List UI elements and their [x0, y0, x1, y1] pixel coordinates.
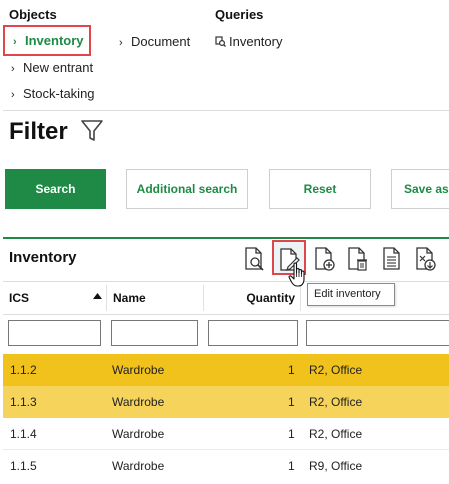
nav-item-new-entrant[interactable]: › New entrant: [11, 60, 93, 75]
cell-ics: 1.1.5: [10, 459, 37, 473]
column-header-quantity[interactable]: Quantity: [205, 282, 295, 314]
query-item-inventory[interactable]: Inventory: [215, 34, 282, 50]
cell-quantity: 1: [288, 363, 295, 377]
objects-header: Objects: [9, 7, 57, 22]
cell-location: R2, Office: [309, 363, 363, 377]
tooltip: Edit inventory: [307, 283, 395, 306]
column-divider: [300, 285, 301, 311]
nav-item-document[interactable]: › Document: [119, 34, 190, 49]
cell-name: Wardrobe: [112, 427, 165, 441]
table-header-bottom-border: [3, 314, 449, 315]
nav-item-new-entrant-label: New entrant: [23, 60, 94, 75]
add-document-icon[interactable]: [313, 245, 337, 273]
sort-ascending-icon: [93, 286, 102, 299]
column-header-name-label: Name: [113, 291, 146, 305]
column-header-name[interactable]: Name: [113, 282, 203, 314]
cell-quantity: 1: [288, 427, 295, 441]
cell-ics: 1.1.4: [10, 427, 37, 441]
table-row[interactable]: 1.1.3 Wardrobe 1 R2, Office: [3, 386, 449, 418]
cell-ics: 1.1.3: [10, 395, 37, 409]
funnel-icon: [80, 118, 104, 144]
cell-name: Wardrobe: [112, 459, 165, 473]
ics-filter-input[interactable]: [8, 320, 101, 346]
location-filter-input[interactable]: [306, 320, 449, 346]
view-document-icon[interactable]: [243, 245, 267, 273]
column-divider: [203, 285, 204, 311]
list-document-icon[interactable]: [380, 245, 404, 273]
export-document-icon[interactable]: [414, 245, 438, 273]
column-header-ics-label: ICS: [9, 291, 30, 305]
column-divider: [106, 285, 107, 311]
delete-document-icon[interactable]: [346, 245, 370, 273]
cell-location: R9, Office: [309, 459, 363, 473]
divider: [3, 110, 449, 111]
additional-search-button[interactable]: Additional search: [126, 169, 248, 209]
cell-location: R2, Office: [309, 427, 363, 441]
filter-title: Filter: [9, 118, 68, 145]
column-header-ics[interactable]: ICS: [9, 282, 104, 314]
chevron-right-icon: ›: [11, 63, 15, 75]
cell-location: R2, Office: [309, 395, 363, 409]
column-header-quantity-label: Quantity: [246, 291, 295, 305]
cell-quantity: 1: [288, 459, 295, 473]
nav-item-stock-taking-label: Stock-taking: [23, 86, 95, 101]
cell-ics: 1.1.2: [10, 363, 37, 377]
save-as-button[interactable]: Save as: [391, 169, 449, 209]
queries-header: Queries: [215, 7, 264, 22]
query-icon: [215, 35, 229, 50]
cell-name: Wardrobe: [112, 395, 165, 409]
cell-quantity: 1: [288, 395, 295, 409]
query-item-inventory-label: Inventory: [229, 34, 283, 49]
search-button[interactable]: Search: [5, 169, 106, 209]
nav-item-stock-taking[interactable]: › Stock-taking: [11, 86, 95, 101]
chevron-right-icon: ›: [11, 89, 15, 101]
quantity-filter-input[interactable]: [208, 320, 298, 346]
nav-item-inventory[interactable]: › Inventory: [3, 25, 91, 56]
panel-divider: [3, 237, 449, 239]
chevron-right-icon: ›: [13, 36, 17, 48]
table-row[interactable]: 1.1.5 Wardrobe 1 R9, Office: [3, 450, 449, 482]
nav-item-document-label: Document: [131, 34, 191, 49]
name-filter-input[interactable]: [111, 320, 198, 346]
cell-name: Wardrobe: [112, 363, 165, 377]
panel-title: Inventory: [9, 249, 77, 266]
nav-item-inventory-label: Inventory: [25, 33, 84, 48]
hand-cursor-icon: [288, 262, 308, 288]
chevron-right-icon: ›: [119, 37, 123, 49]
reset-button[interactable]: Reset: [269, 169, 371, 209]
table-row[interactable]: 1.1.4 Wardrobe 1 R2, Office: [3, 418, 449, 450]
table-row[interactable]: 1.1.2 Wardrobe 1 R2, Office: [3, 354, 449, 386]
